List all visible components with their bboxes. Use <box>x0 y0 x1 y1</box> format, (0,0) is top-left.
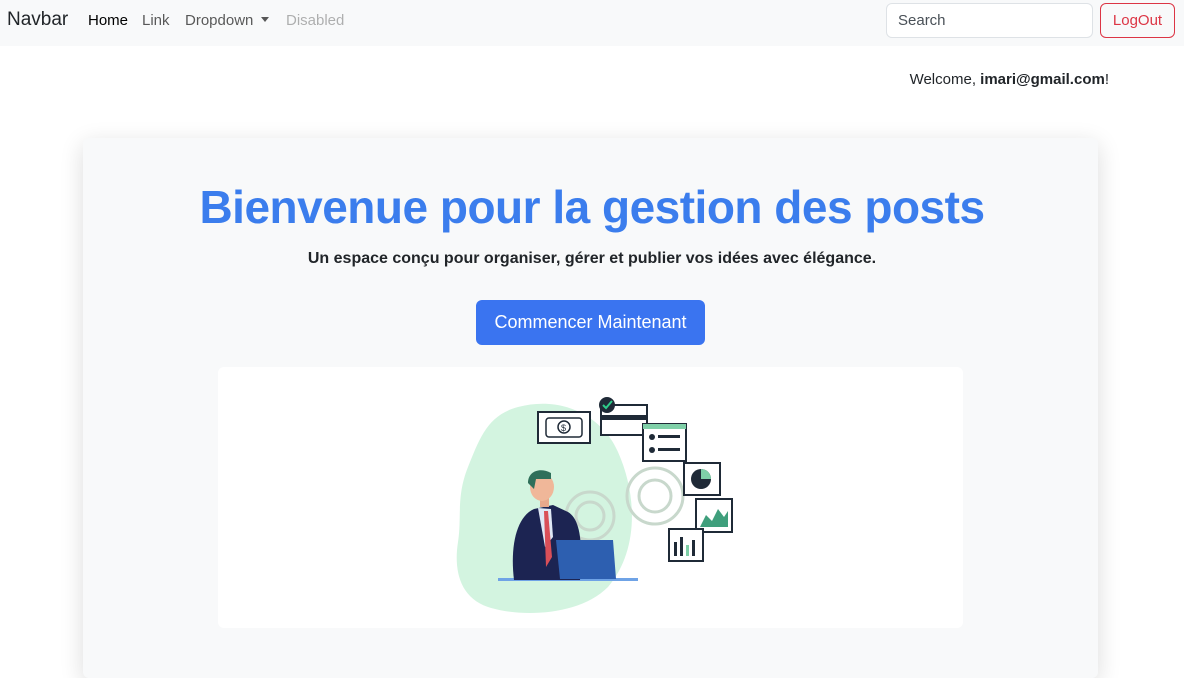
welcome-message: Welcome, imari@gmail.com! <box>910 71 1109 88</box>
navbar-brand[interactable]: Navbar <box>7 9 68 31</box>
nav-link-disabled: Disabled <box>286 12 345 29</box>
user-email: imari@gmail.com <box>980 71 1105 88</box>
welcome-prefix: Welcome, <box>909 71 981 88</box>
caret-down-icon <box>261 17 270 22</box>
nav-link-home[interactable]: Home <box>88 12 128 29</box>
nav-dropdown[interactable]: Dropdown <box>185 12 270 29</box>
nav-link-link[interactable]: Link <box>142 12 170 29</box>
welcome-suffix: ! <box>1104 71 1109 88</box>
logout-button[interactable]: LogOut <box>1100 3 1175 38</box>
nav-dropdown-label: Dropdown <box>185 12 254 29</box>
navbar: Navbar Home Link Dropdown Disabled LogOu… <box>0 0 1184 46</box>
businessman-dashboard-illustration: $ <box>456 397 733 613</box>
start-now-button[interactable]: Commencer Maintenant <box>476 300 705 345</box>
search-input[interactable] <box>886 3 1093 38</box>
hero-title: Bienvenue pour la gestion des posts <box>199 181 985 233</box>
svg-text:$: $ <box>561 423 566 433</box>
hero-image-frame: $ <box>218 367 963 628</box>
hero-subtitle: Un espace conçu pour organiser, gérer et… <box>307 250 877 267</box>
